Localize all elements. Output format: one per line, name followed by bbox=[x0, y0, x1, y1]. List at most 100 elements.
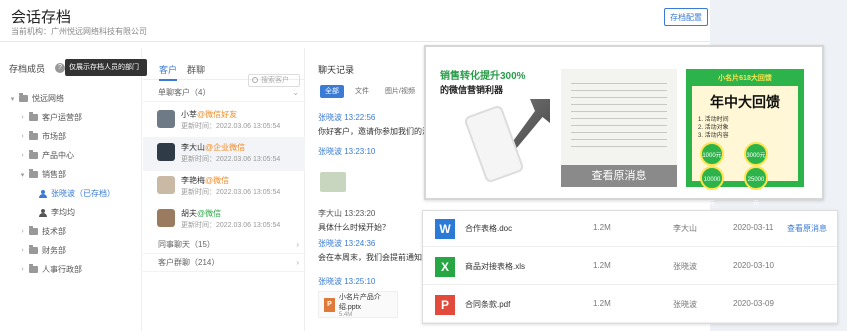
tooltip: 仅展示存档人员的部门 bbox=[65, 59, 147, 76]
word-file-icon: W bbox=[435, 219, 455, 239]
caret-right-icon: › bbox=[21, 152, 24, 159]
chat-message: 李大山 13:23:20 具体什么时候开始？ bbox=[318, 209, 390, 232]
file-attachment[interactable]: P 小名片产品介绍.pptx 5.4M bbox=[318, 291, 398, 318]
file-sender: 李大山 bbox=[673, 224, 697, 233]
member-sidebar: 存档成员 ? 仅展示存档人员的部门 ▾ 悦远网络 › 客户运营部 › 市场部 › 产品中心 ▾ 销… bbox=[0, 48, 147, 331]
contact-updated-time: 更新时间：2022.03.06 13:05:54 bbox=[181, 156, 281, 163]
file-name: 合作表格.doc bbox=[465, 224, 513, 233]
help-icon[interactable]: ? bbox=[55, 63, 65, 73]
caret-down-icon: ▾ bbox=[10, 95, 15, 103]
department-tree: ▾ 悦远网络 › 客户运营部 › 市场部 › 产品中心 ▾ 销售部 张晓波（已存档） 李均均 › 技术部 ›… bbox=[8, 89, 138, 279]
file-row[interactable]: W 合作表格.doc 1.2M 李大山 2020-03-11 查看原消息 bbox=[423, 211, 837, 247]
contact-name: 李大山@企业微信 bbox=[181, 143, 246, 152]
tree-node-label: 销售部 bbox=[42, 170, 66, 179]
folder-icon bbox=[19, 93, 28, 102]
group-customer-groups[interactable]: 客户群聊（214） › bbox=[143, 254, 305, 272]
tree-node[interactable]: › 技术部 bbox=[8, 222, 138, 241]
file-name: 商品对接表格.xls bbox=[465, 262, 525, 271]
tab-customers[interactable]: 客户 bbox=[159, 63, 178, 81]
tree-node[interactable]: 张晓波（已存档） bbox=[8, 184, 138, 203]
tree-node[interactable]: › 市场部 bbox=[8, 127, 138, 146]
contact-name: 胡夫@微信 bbox=[181, 209, 222, 218]
contact-panel: 客户 群聊 搜索客户 单聊客户（4） ⌄ 小莘@微信好友更新时间：2022.03.… bbox=[143, 48, 305, 331]
coupon-badge: 10000元 bbox=[700, 166, 724, 207]
contact-row[interactable]: 小莘@微信好友更新时间：2022.03.06 13:05:54 bbox=[143, 104, 305, 138]
file-list-popup: W 合作表格.doc 1.2M 李大山 2020-03-11 查看原消息 X 商品对接表格.x… bbox=[422, 210, 838, 324]
tree-node[interactable]: › 产品中心 bbox=[8, 146, 138, 165]
contact-tag: @企业微信 bbox=[205, 143, 246, 152]
chat-message: 张晓波 13:23:10 bbox=[318, 147, 376, 156]
tree-node-label: 张晓波（已存档） bbox=[51, 189, 115, 198]
sidebar-heading: 存档成员 bbox=[9, 64, 46, 74]
tree-node-label: 产品中心 bbox=[42, 151, 74, 160]
tree-node[interactable]: ▾ 销售部 bbox=[8, 165, 138, 184]
folder-icon bbox=[29, 245, 38, 254]
promo-image-2[interactable]: 查看原消息 bbox=[561, 69, 677, 187]
file-row[interactable]: P 合同条款.pdf 1.2M 张晓波 2020-03-09 bbox=[423, 287, 837, 323]
file-name: 合同条款.pdf bbox=[465, 300, 511, 309]
promo-image-1[interactable]: 销售转化提升300% 的微信营销利器 bbox=[434, 59, 552, 187]
tree-node[interactable]: › 客户运营部 bbox=[8, 108, 138, 127]
contact-row[interactable]: 李艳梅@微信 更新时间：2022.03.06 13:05:54 bbox=[143, 170, 305, 204]
archive-settings-button[interactable]: 存档配置 bbox=[664, 8, 708, 26]
chevron-down-icon: ⌄ bbox=[292, 88, 299, 97]
caret-right-icon: › bbox=[21, 228, 24, 235]
contact-tag: @微信 bbox=[205, 176, 230, 185]
promo-image-3[interactable]: 小名片618大回馈 年中大回馈 1. 活动时间 2. 活动对象 3. 活动内容 … bbox=[686, 69, 804, 207]
group-colleague[interactable]: 同事聊天（15） › bbox=[143, 236, 305, 254]
tab-groups[interactable]: 群聊 bbox=[187, 63, 205, 76]
contact-tag: @微信好友 bbox=[197, 110, 238, 119]
header: 会话存档 当前机构：广州悦远网络科技有限公司 存档配置 bbox=[0, 0, 710, 42]
caret-right-icon: › bbox=[21, 247, 24, 254]
file-date: 2020-03-09 bbox=[733, 299, 774, 308]
image-preview-popup: 销售转化提升300% 的微信营销利器 查看原消息 小名片618大回馈 年中大回馈… bbox=[424, 45, 824, 207]
chevron-right-icon: › bbox=[296, 258, 299, 267]
chat-tabs: 全部 文件 图片/视频 bbox=[320, 85, 420, 99]
caret-right-icon: › bbox=[21, 133, 24, 140]
search-icon bbox=[252, 77, 258, 83]
tree-node-label: 悦远网络 bbox=[32, 94, 64, 103]
tree-node[interactable]: 李均均 bbox=[8, 203, 138, 222]
tree-node[interactable]: ▾ 悦远网络 bbox=[8, 89, 138, 108]
view-original-link[interactable]: 查看原消息 bbox=[787, 223, 827, 234]
tab-all[interactable]: 全部 bbox=[320, 85, 344, 98]
tree-node-label: 财务部 bbox=[42, 246, 66, 255]
coupon-badge: 3000元 bbox=[744, 142, 768, 166]
contact-row[interactable]: 李大山@企业微信更新时间：2022.03.06 13:05:54 bbox=[143, 137, 305, 171]
tree-node-label: 人事行政部 bbox=[42, 265, 82, 274]
person-icon bbox=[39, 208, 47, 217]
contact-tag: @微信 bbox=[197, 209, 222, 218]
excel-file-icon: X bbox=[435, 257, 455, 277]
folder-icon bbox=[29, 264, 38, 273]
contact-updated-time: 更新时间：2022.03.06 13:05:54 bbox=[181, 222, 281, 229]
file-sender: 张晓波 bbox=[673, 262, 697, 271]
avatar bbox=[157, 143, 175, 161]
organization-label: 当前机构：广州悦远网络科技有限公司 bbox=[11, 27, 147, 36]
file-size: 1.2M bbox=[593, 223, 611, 232]
folder-icon bbox=[29, 112, 38, 121]
contact-row[interactable]: 胡夫@微信更新时间：2022.03.06 13:05:54 bbox=[143, 203, 305, 237]
group-single[interactable]: 单聊客户（4） ⌄ bbox=[143, 84, 305, 102]
tree-node[interactable]: › 人事行政部 bbox=[8, 260, 138, 279]
tab-media[interactable]: 图片/视频 bbox=[380, 85, 420, 98]
caret-right-icon: › bbox=[21, 266, 24, 273]
person-icon bbox=[39, 189, 47, 198]
tab-files[interactable]: 文件 bbox=[350, 85, 374, 98]
coupon-badge: 25000元 bbox=[744, 166, 768, 207]
caret-down-icon: ▾ bbox=[20, 171, 25, 179]
file-date: 2020-03-11 bbox=[733, 223, 774, 232]
contact-name: 李艳梅@微信 bbox=[181, 176, 230, 185]
tree-node[interactable]: › 财务部 bbox=[8, 241, 138, 260]
contact-name: 小莘@微信好友 bbox=[181, 110, 238, 119]
page-title: 会话存档 bbox=[11, 9, 72, 26]
contact-tabs: 客户 群聊 搜索客户 bbox=[143, 60, 305, 87]
avatar bbox=[157, 110, 175, 128]
view-original-button[interactable]: 查看原消息 bbox=[561, 165, 677, 187]
file-row[interactable]: X 商品对接表格.xls 1.2M 张晓波 2020-03-10 bbox=[423, 249, 837, 285]
chat-message: 张晓波 13:22:56 你好客户，邀请你参加我们的活动 bbox=[318, 113, 438, 136]
tree-node-label: 市场部 bbox=[42, 132, 66, 141]
chat-message: 张晓波 13:25:10 bbox=[318, 277, 376, 286]
contact-updated-time: 更新时间：2022.03.06 13:05:54 bbox=[181, 123, 281, 130]
image-thumbnail[interactable] bbox=[320, 172, 346, 192]
coupon-badge: 1000元 bbox=[700, 142, 724, 166]
